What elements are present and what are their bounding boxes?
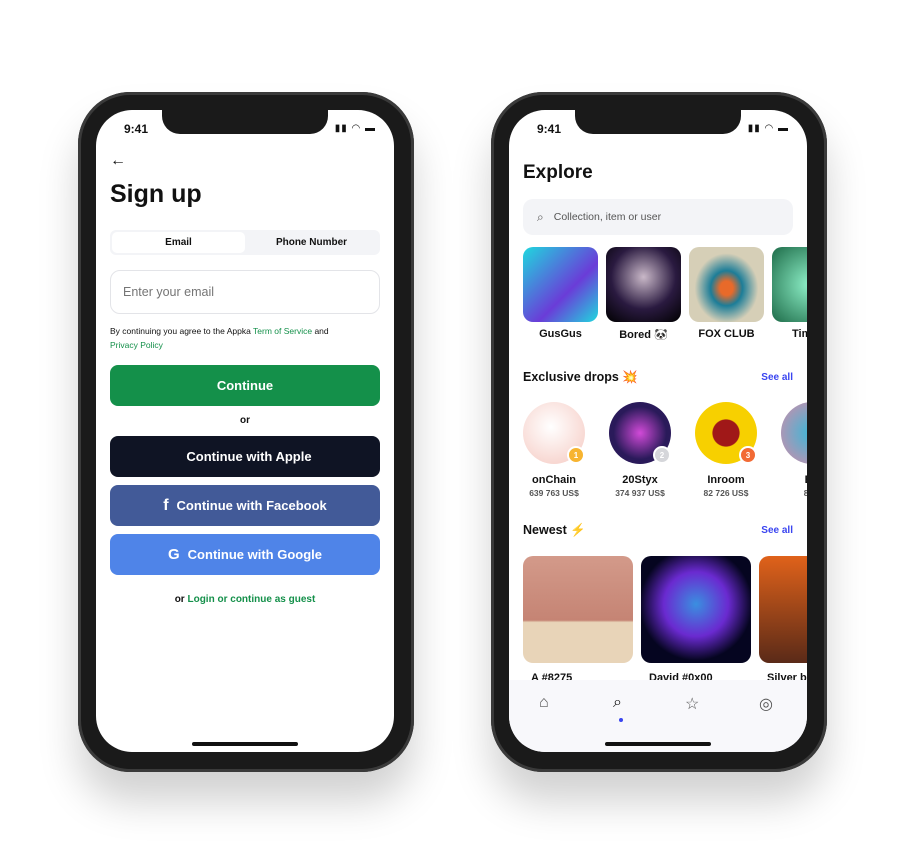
drop-name: onChain <box>532 474 576 486</box>
home-icon[interactable]: ⌂ <box>539 694 549 712</box>
signup-tabs: Email Phone Number <box>110 230 380 255</box>
status-icons: ▮▮ ◠ ▬ <box>747 123 789 134</box>
drop-name: Bu <box>772 474 807 486</box>
drop-avatar[interactable] <box>781 402 807 464</box>
google-label: Continue with Google <box>187 547 322 562</box>
collection-image[interactable] <box>772 247 807 322</box>
collection-name: Bored 🐼 <box>619 329 668 341</box>
phone-explore: 9:41 ▮▮ ◠ ▬ Explore ⌕ Collection, item o… <box>491 92 827 772</box>
search-icon: ⌕ <box>537 209 544 224</box>
collection-image[interactable] <box>523 247 598 322</box>
privacy-link[interactable]: Privacy Policy <box>110 340 163 350</box>
terms-prefix: By continuing you agree to the Appka <box>110 326 254 336</box>
rank-badge: 1 <box>567 446 585 464</box>
continue-button[interactable]: Continue <box>110 365 380 406</box>
search-icon[interactable]: ⌕ <box>613 694 622 712</box>
drop-value: 81 7 <box>803 488 807 498</box>
status-icons: ▮▮ ◠ ▬ <box>334 123 376 134</box>
notch <box>575 110 741 134</box>
signup-screen: 9:41 ▮▮ ◠ ▬ ← Sign up Email Phone Number… <box>96 110 394 752</box>
apple-button[interactable]: Continue with Apple <box>110 436 380 477</box>
google-button[interactable]: G Continue with Google <box>110 534 380 575</box>
newest-image[interactable] <box>523 556 633 663</box>
email-input[interactable] <box>110 270 380 314</box>
apple-label: Continue with Apple <box>186 449 312 464</box>
star-icon[interactable]: ☆ <box>685 694 699 714</box>
back-arrow-icon[interactable]: ← <box>110 152 126 170</box>
notch <box>162 110 328 134</box>
facebook-label: Continue with Facebook <box>176 498 327 513</box>
page-title: Explore <box>523 162 593 183</box>
newest-image[interactable] <box>641 556 751 663</box>
drops-see-all[interactable]: See all <box>761 372 793 383</box>
collection-name: GusGus <box>539 328 582 340</box>
or-divider: or <box>240 415 250 426</box>
terms-text: By continuing you agree to the Appka Ter… <box>110 324 380 352</box>
tab-email[interactable]: Email <box>112 232 245 253</box>
drop-name: 20Styx <box>622 474 658 486</box>
guest-link[interactable]: Login or continue as guest <box>187 594 315 605</box>
drop-name: Inroom <box>707 474 745 486</box>
rank-badge: 3 <box>739 446 757 464</box>
search-placeholder: Collection, item or user <box>553 211 662 223</box>
guest-prefix: or <box>174 594 188 605</box>
drops-title: Exclusive drops 💥 <box>523 370 638 384</box>
status-time: 9:41 <box>124 122 149 136</box>
status-time: 9:41 <box>537 122 562 136</box>
guest-text: or Login or continue as guest <box>96 594 394 605</box>
explore-screen: 9:41 ▮▮ ◠ ▬ Explore ⌕ Collection, item o… <box>509 110 807 752</box>
tab-phone-number[interactable]: Phone Number <box>245 232 378 253</box>
newest-image[interactable] <box>759 556 807 663</box>
collection-name: FOX CLUB <box>698 328 755 340</box>
collection-name: Tim <box>792 328 807 340</box>
active-indicator <box>619 718 623 722</box>
newest-title: Newest ⚡ <box>523 523 586 537</box>
terms-and: and <box>312 326 329 336</box>
terms-link[interactable]: Term of Service <box>253 326 312 336</box>
search-bar[interactable]: ⌕ Collection, item or user <box>523 199 793 235</box>
home-indicator <box>192 742 298 746</box>
rank-badge: 2 <box>653 446 671 464</box>
page-title: Sign up <box>110 180 202 208</box>
collection-image[interactable] <box>606 247 681 322</box>
facebook-icon: f <box>163 496 169 514</box>
newest-see-all[interactable]: See all <box>761 525 793 536</box>
drop-value: 639 763 US$ <box>529 488 579 498</box>
collection-image[interactable] <box>689 247 764 322</box>
home-indicator <box>605 742 711 746</box>
google-icon: G <box>168 546 180 563</box>
profile-icon[interactable]: ◎ <box>759 694 773 714</box>
phone-signup: 9:41 ▮▮ ◠ ▬ ← Sign up Email Phone Number… <box>78 92 414 772</box>
drop-value: 82 726 US$ <box>703 488 749 498</box>
drop-value: 374 937 US$ <box>615 488 665 498</box>
facebook-button[interactable]: f Continue with Facebook <box>110 485 380 526</box>
